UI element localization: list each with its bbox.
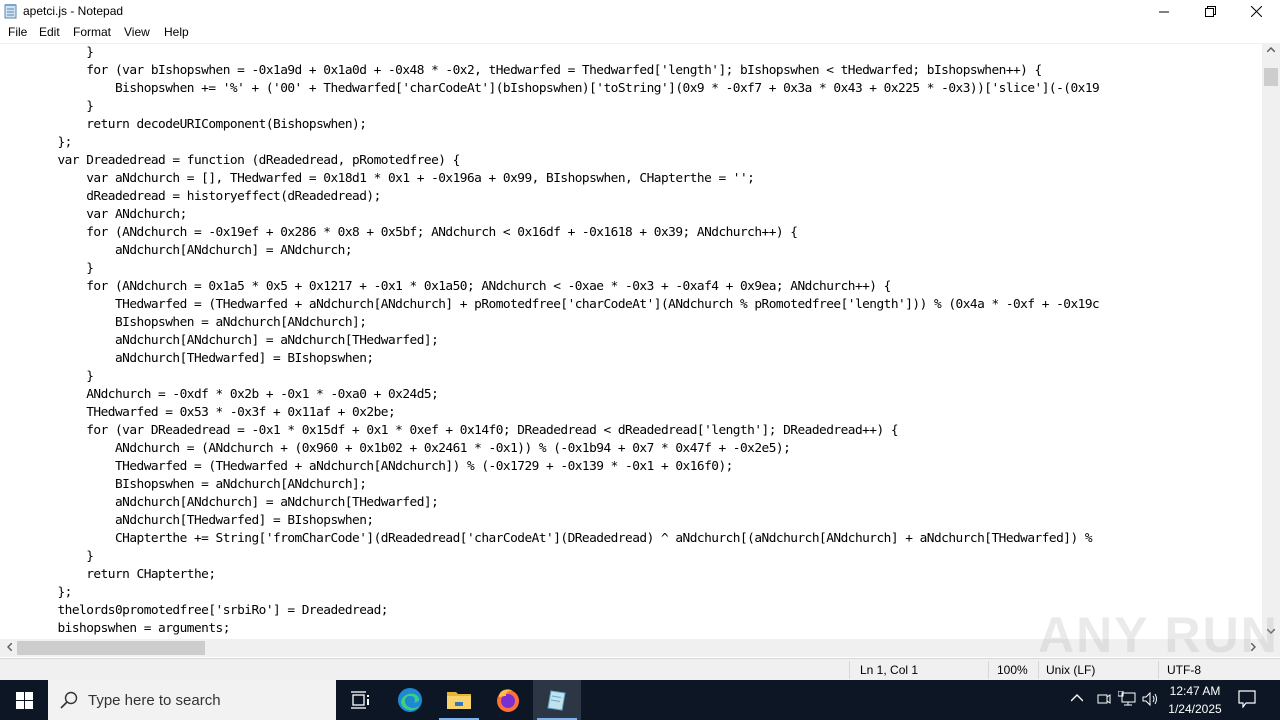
code-line: aNdchurch[THedwarfed] = BIshopswhen; (0, 351, 374, 366)
code-line: thelords0promotedfree['srbiRo'] = Dreade… (0, 603, 388, 618)
code-line: for (ANdchurch = -0x19ef + 0x286 * 0x8 +… (0, 225, 798, 240)
watermark: ANY RUN (1038, 607, 1279, 663)
windows-icon (15, 691, 33, 709)
code-line: for (var bIshopswhen = -0x1a9d + 0x1a0d … (0, 63, 1042, 78)
code-line: } (0, 45, 94, 60)
camera-icon[interactable] (1096, 691, 1112, 711)
code-line: for (ANdchurch = 0x1a5 * 0x5 + 0x1217 + … (0, 279, 891, 294)
taskbar-search[interactable]: Type here to search (48, 680, 336, 720)
code-line: }; (0, 585, 72, 600)
code-line: THedwarfed = (THedwarfed + aNdchurch[ANd… (0, 297, 1100, 312)
menu-bar: File Edit Format View Help (0, 23, 1280, 43)
status-divider (1038, 661, 1039, 679)
search-icon (60, 691, 78, 713)
network-icon[interactable] (1117, 690, 1136, 711)
code-line: Bishopswhen += '%' + ('00' + Thedwarfed[… (0, 81, 1100, 96)
show-hidden-icons-chevron-icon[interactable] (1070, 690, 1084, 706)
task-view-icon (351, 691, 369, 709)
status-divider (849, 661, 850, 679)
menu-edit[interactable]: Edit (39, 25, 60, 39)
notepad-icon (547, 690, 566, 711)
notifications-icon[interactable] (1238, 690, 1256, 712)
code-line: CHapterthe += String['fromCharCode'](dRe… (0, 531, 1093, 546)
code-line: ANdchurch = (ANdchurch + (0x960 + 0x1b02… (0, 441, 791, 456)
clock-date[interactable]: 1/24/2025 (1164, 702, 1226, 716)
code-line: for (var DReadedread = -0x1 * 0x15df + 0… (0, 423, 899, 438)
search-placeholder: Type here to search (88, 692, 221, 709)
scroll-left-arrow[interactable] (0, 642, 18, 654)
notepad-window: apetci.js - Notepad File Edit Format Vie… (0, 0, 1280, 680)
volume-icon[interactable] (1142, 691, 1160, 711)
code-line: var aNdchurch = [], THedwarfed = 0x18d1 … (0, 171, 755, 186)
code-line: THedwarfed = (THedwarfed + aNdchurch[ANd… (0, 459, 733, 474)
scroll-up-arrow[interactable] (1262, 45, 1280, 55)
firefox-button[interactable] (484, 680, 532, 720)
code-line: bishopswhen = arguments; (0, 621, 230, 636)
code-line: var Dreadedread = function (dReadedread,… (0, 153, 460, 168)
minimize-button[interactable] (1141, 0, 1187, 23)
vertical-scroll-thumb[interactable] (1264, 68, 1278, 86)
close-button[interactable] (1233, 0, 1279, 23)
edge-button[interactable] (386, 680, 434, 720)
edge-icon (398, 688, 422, 712)
horizontal-scroll-thumb[interactable] (17, 641, 205, 655)
code-line: BIshopswhen = aNdchurch[ANdchurch]; (0, 477, 367, 492)
maximize-button[interactable] (1187, 0, 1233, 23)
code-line: ANdchurch = -0xdf * 0x2b + -0x1 * -0xa0 … (0, 387, 439, 402)
clock-time[interactable]: 12:47 AM (1164, 684, 1226, 698)
text-editor[interactable]: } for (var bIshopswhen = -0x1a9d + 0x1a0… (0, 43, 1262, 639)
status-divider (1158, 661, 1159, 679)
task-view-button[interactable] (336, 680, 384, 720)
file-explorer-button[interactable] (435, 680, 483, 720)
code-line: THedwarfed = 0x53 * -0x3f + 0x11af + 0x2… (0, 405, 396, 420)
status-divider (988, 661, 989, 679)
menu-help[interactable]: Help (164, 25, 189, 39)
menu-file[interactable]: File (8, 25, 27, 39)
cursor-position: Ln 1, Col 1 (860, 663, 919, 677)
code-line: }; (0, 135, 72, 150)
status-bar: Ln 1, Col 1 100% Unix (LF) UTF-8 (0, 658, 1280, 680)
firefox-icon (497, 689, 519, 712)
notepad-icon (3, 3, 19, 19)
folder-icon (447, 692, 471, 709)
code-line: dReadedread = historyeffect(dReadedread)… (0, 189, 381, 204)
code-line: aNdchurch[ANdchurch] = aNdchurch[THedwar… (0, 333, 439, 348)
code-line: aNdchurch[ANdchurch] = aNdchurch[THedwar… (0, 495, 439, 510)
code-line: BIshopswhen = aNdchurch[ANdchurch]; (0, 315, 367, 330)
code-line: return decodeURIComponent(Bishopswhen); (0, 117, 367, 132)
window-title: apetci.js - Notepad (23, 4, 124, 18)
code-line: var ANdchurch; (0, 207, 187, 222)
menu-format[interactable]: Format (73, 25, 111, 39)
line-ending: Unix (LF) (1046, 663, 1096, 677)
vertical-scrollbar[interactable] (1262, 43, 1280, 639)
title-bar: apetci.js - Notepad (0, 0, 1280, 23)
taskbar: Type here to search 12:47 AM 1/24/2025 (0, 680, 1280, 720)
start-button[interactable] (0, 680, 48, 720)
code-line: return CHapterthe; (0, 567, 216, 582)
code-line: } (0, 99, 94, 114)
encoding: UTF-8 (1167, 663, 1201, 677)
menu-view[interactable]: View (124, 25, 150, 39)
notepad-taskbar-button[interactable] (533, 680, 581, 720)
zoom-level: 100% (997, 663, 1028, 677)
code-line: } (0, 261, 94, 276)
code-line: } (0, 369, 94, 384)
code-line: aNdchurch[THedwarfed] = BIshopswhen; (0, 513, 374, 528)
code-line: aNdchurch[ANdchurch] = ANdchurch; (0, 243, 353, 258)
code-line: } (0, 549, 94, 564)
